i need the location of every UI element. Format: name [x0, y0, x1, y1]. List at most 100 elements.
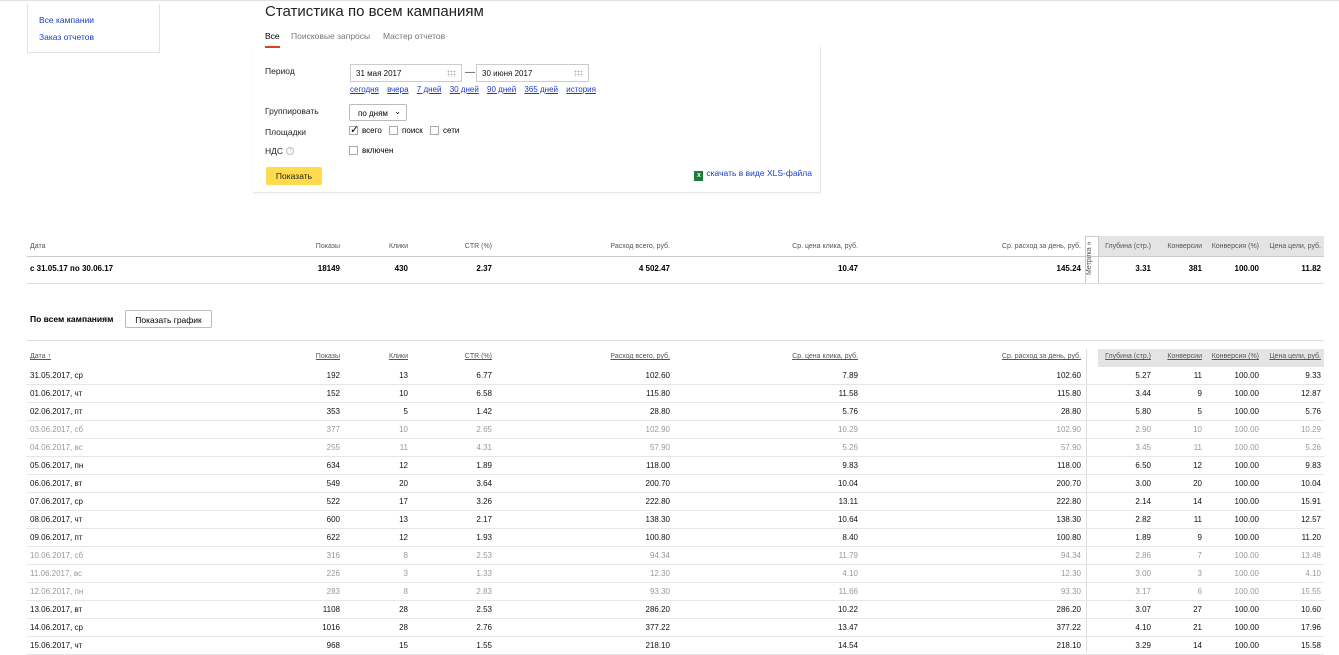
table-cell-clicks: 13 [399, 371, 408, 380]
table-cell-total-cost: 222.80 [645, 497, 670, 506]
checkbox-networks[interactable] [430, 126, 440, 135]
row-divider [27, 384, 1324, 385]
summary-goal-price: 11.82 [1301, 264, 1321, 273]
vat-label-wrap: НДС? [265, 146, 295, 156]
header-clicks: Клики [388, 243, 408, 250]
table-cell-total-cost: 94.34 [649, 551, 670, 560]
table-cell-conversion-rate: 100.00 [1234, 623, 1259, 632]
date-range-dash: — [465, 67, 475, 78]
table-cell-conversions: 3 [1197, 569, 1202, 578]
table-cell-avg-daily-cost: 102.90 [1056, 425, 1081, 434]
summary-total-cost: 4 502.47 [638, 264, 670, 273]
sort-header-total-cost[interactable]: Расход всего, руб. [520, 353, 670, 360]
table-cell-depth: 3.44 [1135, 389, 1151, 398]
sort-header-depth[interactable]: Глубина (стр.) [1100, 353, 1151, 360]
table-cell-conversion-rate: 100.00 [1234, 479, 1259, 488]
sidebar-item-order-reports[interactable]: Заказ отчетов [39, 29, 159, 46]
row-divider [27, 636, 1324, 637]
range-90-days[interactable]: 90 дней [487, 85, 516, 94]
sort-header-avg-click-price[interactable]: Ср. цена клика, руб. [690, 353, 858, 360]
tab-all[interactable]: Все [265, 31, 280, 48]
summary-avg-daily-cost: 145.24 [1056, 264, 1081, 273]
table-cell-impressions: 255 [326, 443, 340, 452]
sort-header-date[interactable]: Дата ↑ [30, 353, 150, 360]
download-xls-link[interactable]: x скачать в виде XLS-файла [694, 168, 812, 181]
table-cell-avg-daily-cost: 218.10 [1056, 641, 1081, 650]
help-icon[interactable]: ? [286, 147, 295, 155]
table-cell-conversions: 21 [1193, 623, 1202, 632]
range-history[interactable]: история [566, 85, 596, 94]
header-conversions: Конверсии [1167, 243, 1202, 250]
table-cell-conversion-rate: 100.00 [1234, 569, 1259, 578]
table-cell-avg-click-price: 5.26 [842, 443, 858, 452]
table-cell-total-cost: 100.80 [645, 533, 670, 542]
table-cell-date: 05.06.2017, пн [30, 461, 84, 470]
sort-header-ctr[interactable]: CTR (%) [420, 353, 492, 360]
table-cell-conversion-rate: 100.00 [1234, 425, 1259, 434]
table-cell-total-cost: 115.80 [646, 389, 670, 398]
table-cell-avg-click-price: 13.47 [837, 623, 858, 632]
header-avg-click-price: Ср. цена клика, руб. [792, 243, 858, 250]
header-date: Дата [30, 243, 46, 250]
table-cell-avg-click-price: 11.58 [838, 389, 858, 398]
checkbox-all[interactable] [349, 123, 359, 136]
header-depth: Глубина (стр.) [1105, 243, 1151, 250]
vat-label: НДС [265, 146, 284, 156]
table-cell-conversion-rate: 100.00 [1234, 443, 1259, 452]
calendar-icon[interactable] [447, 70, 456, 77]
summary-conversions: 381 [1188, 264, 1202, 273]
table-cell-conversions: 11 [1193, 515, 1202, 524]
sort-header-impressions[interactable]: Показы [260, 353, 340, 360]
table-cell-date: 03.06.2017, сб [30, 425, 84, 434]
table-cell-conversion-rate: 100.00 [1234, 641, 1259, 650]
range-today[interactable]: сегодня [350, 85, 379, 94]
table-cell-goal-price: 11.20 [1301, 533, 1321, 542]
table-cell-ctr: 3.26 [476, 497, 492, 506]
sort-header-conversion-rate[interactable]: Конверсия (%) [1205, 353, 1259, 360]
sort-header-conversions[interactable]: Конверсии [1156, 353, 1202, 360]
range-7-days[interactable]: 7 дней [417, 85, 442, 94]
date-from-input[interactable]: 31 мая 2017 [350, 64, 462, 82]
table-cell-date: 04.06.2017, вс [30, 443, 83, 452]
table-cell-date: 09.06.2017, пт [30, 533, 83, 542]
checkbox-vat[interactable] [349, 146, 358, 155]
group-by-select[interactable]: по дням ⌄ [349, 104, 407, 121]
table-cell-depth: 3.00 [1135, 479, 1151, 488]
range-30-days[interactable]: 30 дней [450, 85, 479, 94]
metrika-toggle[interactable]: Метрика » [1085, 236, 1099, 284]
table-cell-goal-price: 12.57 [1300, 515, 1321, 524]
table-cell-goal-price: 17.96 [1300, 623, 1321, 632]
row-divider [27, 438, 1324, 439]
table-cell-avg-daily-cost: 118.00 [1057, 461, 1081, 470]
table-cell-clicks: 11 [399, 443, 408, 452]
sort-header-avg-daily-cost[interactable]: Ср. расход за день, руб. [900, 353, 1081, 360]
show-button[interactable]: Показать [266, 167, 322, 185]
header-conversion-rate: Конверсия (%) [1211, 243, 1259, 250]
vat-option: включен [349, 146, 393, 155]
sidebar: Все кампании Заказ отчетов [27, 4, 160, 53]
summary-conversion-rate: 100.00 [1234, 264, 1259, 273]
table-cell-date: 13.06.2017, вт [30, 605, 83, 614]
table-cell-total-cost: 102.90 [645, 425, 670, 434]
table-cell-ctr: 3.64 [476, 479, 492, 488]
table-cell-impressions: 634 [326, 461, 340, 470]
table-cell-depth: 3.07 [1135, 605, 1151, 614]
sort-header-clicks[interactable]: Клики [350, 353, 408, 360]
table-cell-impressions: 152 [326, 389, 340, 398]
range-yesterday[interactable]: вчера [387, 85, 408, 94]
show-graph-button[interactable]: Показать график [125, 310, 212, 328]
range-365-days[interactable]: 365 дней [524, 85, 558, 94]
table-cell-avg-daily-cost: 94.34 [1060, 551, 1081, 560]
tab-search-queries[interactable]: Поисковые запросы [291, 31, 370, 41]
calendar-icon[interactable] [574, 70, 583, 77]
sort-header-goal-price[interactable]: Цена цели, руб. [1262, 353, 1321, 360]
row-divider [27, 582, 1324, 583]
date-to-input[interactable]: 30 июня 2017 [476, 64, 589, 82]
checkbox-search[interactable] [389, 126, 399, 135]
table-cell-avg-click-price: 4.10 [842, 569, 858, 578]
page-title: Статистика по всем кампаниям [265, 3, 484, 20]
sidebar-item-all-campaigns[interactable]: Все кампании [39, 12, 159, 29]
table-cell-conversion-rate: 100.00 [1234, 515, 1259, 524]
tab-report-wizard[interactable]: Мастер отчетов [383, 31, 445, 41]
table-cell-impressions: 353 [326, 407, 340, 416]
